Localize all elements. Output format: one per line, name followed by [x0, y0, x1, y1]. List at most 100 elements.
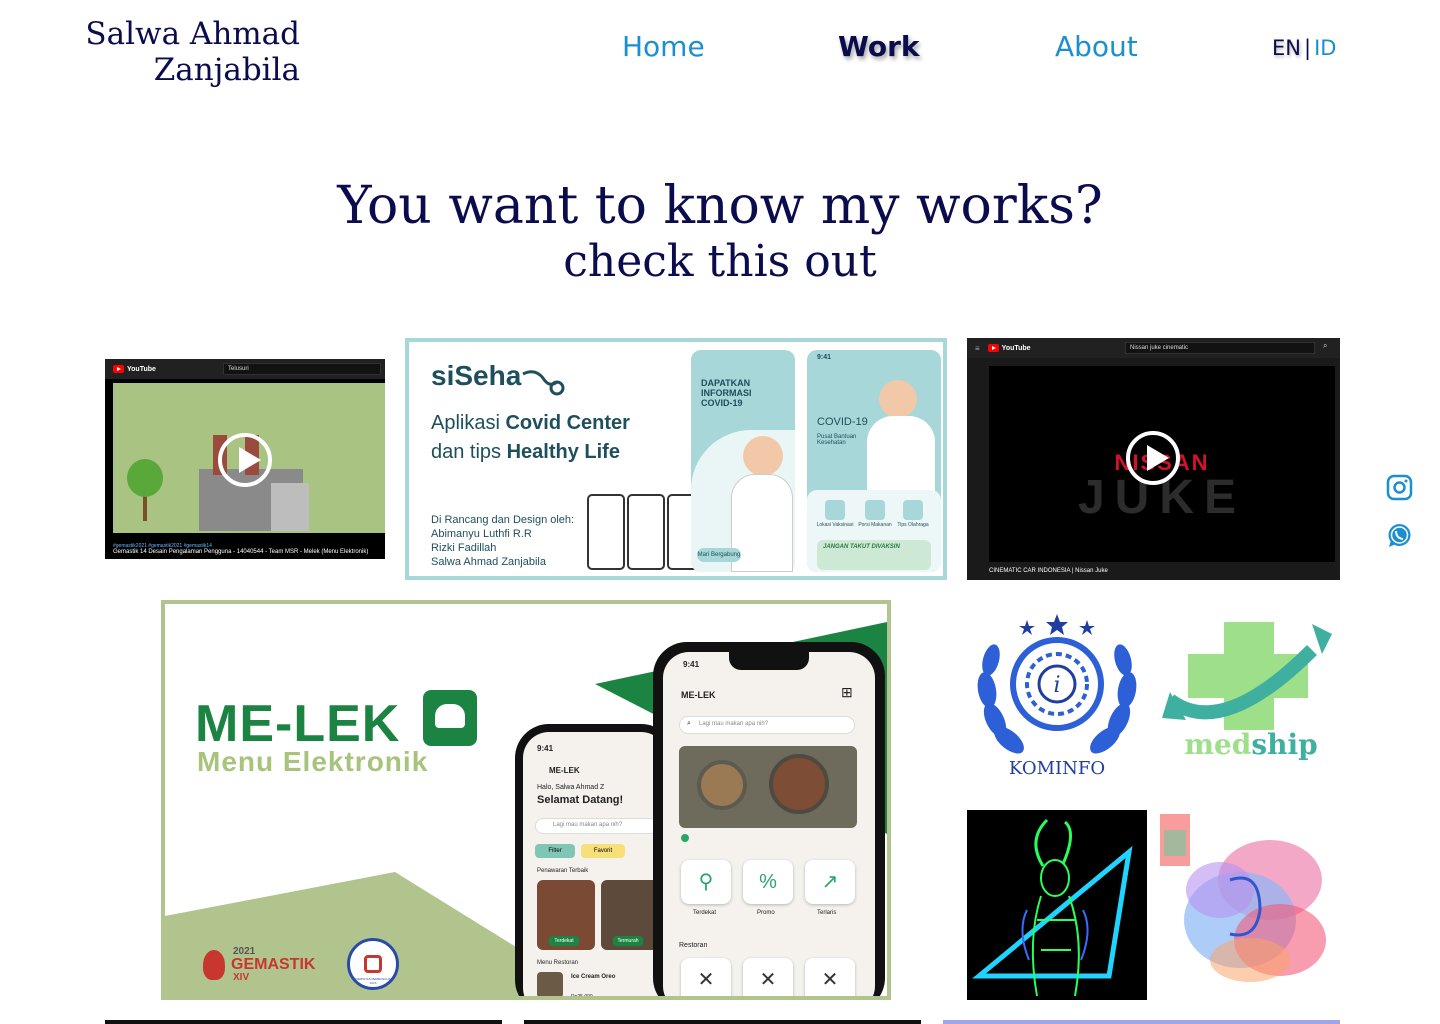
search-icon: ⌕: [1323, 341, 1328, 350]
phone-front-search-icon: ⌕: [687, 720, 691, 727]
food-icon: [865, 500, 885, 520]
medship-label: medship: [1162, 728, 1340, 761]
work-neon-art[interactable]: [967, 810, 1147, 1000]
nav-home[interactable]: Home: [622, 30, 705, 63]
food-plate-1: [697, 760, 747, 810]
sisehat-tagline-2: dan tips Healthy Life: [431, 441, 620, 464]
restoran-title: Restoran: [679, 942, 708, 949]
vaccine-banner: JANGAN TAKUT DIVAKSIN: [817, 540, 931, 570]
offers-title: Penawaran Terbaik: [537, 868, 589, 874]
sisehat-tagline-1: Aplikasi Covid Center: [431, 412, 630, 435]
phone-back-time: 9:41: [537, 744, 554, 753]
nav-about[interactable]: About: [1055, 30, 1138, 63]
menu-icon: ≡: [975, 343, 980, 353]
lang-en[interactable]: EN: [1272, 36, 1301, 60]
category-trending-icon: ↗: [805, 860, 855, 904]
menu-label-1: Lokasi Vaksinasi: [816, 522, 854, 528]
location-icon: [825, 500, 845, 520]
lang-separator: |: [1303, 36, 1312, 60]
phone-back-screen: 9:41 ME-LEK Halo, Salwa Ahmad Z Selamat …: [523, 732, 667, 1000]
doctor-face-2: [879, 380, 917, 418]
category-label-1: Terdekat: [693, 910, 717, 916]
play-icon[interactable]: [218, 433, 272, 487]
sisehat-brand: siSeha: [431, 360, 522, 391]
whatsapp-icon[interactable]: [1386, 522, 1413, 549]
university-name: UNIVERSITAS PEMBANGUNAN JAYA: [350, 977, 396, 985]
food-plate-2: [769, 754, 829, 814]
page-title: You want to know my works?: [337, 176, 1103, 236]
cart-icon: ⊞: [841, 684, 853, 700]
phone-front: 9:41 ME-LEK ⊞ ⌕ Lagi mau makan apa nih? …: [653, 642, 885, 996]
phone-back-app: ME-LEK: [549, 766, 580, 775]
work-bottom-3[interactable]: [943, 1020, 1340, 1024]
kominfo-label: KOMINFO: [1008, 758, 1106, 779]
food-banner-image: [679, 746, 857, 828]
work-video-nissan[interactable]: ≡ YouTube Nissan juke cinematic ⌕ NISSAN…: [967, 338, 1340, 580]
credit-1: Abimanyu Luthfi R.R: [431, 528, 532, 540]
melek-title: ME-LEK: [195, 695, 401, 753]
work-bottom-2[interactable]: [524, 1020, 921, 1024]
logo-name-line2: Zanjabila: [153, 52, 300, 88]
svg-text:i: i: [1053, 673, 1060, 698]
university-logo: UNIVERSITAS PEMBANGUNAN JAYA: [347, 938, 399, 990]
building-annex: [271, 483, 309, 531]
sisehat-panel-2: 9:41 COVID-19 Pusat Bantuan Kesehatan Lo…: [807, 350, 941, 572]
medship-label-med: med: [1184, 728, 1252, 761]
category-promo-icon: %: [743, 860, 793, 904]
menu-item-image: [537, 972, 563, 996]
page-subtitle: check this out: [563, 236, 877, 287]
neon-figure-artwork: [972, 818, 1133, 997]
watercolor-splash-artwork: [1160, 814, 1326, 982]
video-title: Gemastik 14 Desain Pengalaman Pengguna -…: [113, 549, 369, 555]
restaurant-icon-3: ✕: [805, 958, 855, 996]
chip-favorit: Favorit: [581, 844, 625, 858]
carousel-dot-active: [681, 834, 689, 842]
language-switcher: EN | ID: [1272, 36, 1336, 60]
doctor-face: [743, 436, 783, 476]
tagline-1-text: Aplikasi: [431, 412, 506, 434]
phone-mock-1: [587, 494, 625, 570]
youtube-logo-icon: YouTube: [113, 365, 156, 373]
chef-hat-shape: [435, 704, 465, 728]
work-melek[interactable]: ME-LEK Menu Elektronik 9:41 ME-LEK Halo,…: [161, 600, 891, 1000]
logo-name-line1: Salwa Ahmad: [85, 16, 300, 52]
work-bottom-1[interactable]: [105, 1020, 502, 1024]
work-kominfo-logo[interactable]: i KOMINFO: [967, 610, 1147, 785]
phone-front-placeholder: Lagi mau makan apa nih?: [699, 721, 769, 727]
offer-tag-1: Terdekat: [549, 936, 579, 946]
panel-2-title: COVID-19: [817, 416, 868, 428]
play-icon[interactable]: [1126, 431, 1180, 485]
phone-notch: [729, 652, 809, 670]
work-video-gemastik[interactable]: YouTube Telusuri #gemastik2021 #gemastik…: [105, 359, 385, 559]
panel-2-sub: Pusat Bantuan Kesehatan: [817, 434, 857, 446]
panel-2-time: 9:41: [817, 354, 832, 361]
restaurant-icon-1: ✕: [681, 958, 731, 996]
youtube-search: Nissan juke cinematic: [1125, 342, 1315, 354]
youtube-search: Telusuri: [223, 363, 381, 375]
instagram-icon[interactable]: [1386, 474, 1413, 501]
work-medship-logo[interactable]: medship: [1162, 610, 1340, 785]
site-logo[interactable]: Salwa Ahmad Zanjabila: [40, 16, 300, 88]
panel-1-text: DAPATKAN INFORMASI COVID-19: [701, 378, 752, 408]
category-nearby-icon: ⚲: [681, 860, 731, 904]
tagline-1-bold: Covid Center: [505, 412, 630, 434]
panel-2-menu: Lokasi Vaksinasi Porsi Makanan Tips Olah…: [807, 490, 941, 572]
credit-title: Di Rancang dan Design oleh:: [431, 514, 575, 526]
credit-2: Rizki Fadillah: [431, 542, 497, 554]
menu-label-3: Tips Olahraga: [897, 522, 929, 528]
tagline-2-bold: Healthy Life: [506, 441, 620, 463]
gemastik-logo-icon: [203, 950, 225, 980]
phone-back-placeholder: Lagi mau makan apa nih?: [553, 822, 623, 828]
work-sisehat[interactable]: siSeha Aplikasi Covid Center dan tips He…: [405, 338, 947, 580]
work-watercolor-art[interactable]: [1160, 810, 1340, 1000]
restaurant-menu-title: Menu Restoran: [537, 960, 579, 966]
restaurant-icon-2: ✕: [743, 958, 793, 996]
menu-item-price: Rp25.000: [571, 994, 593, 1000]
chef-hat-icon: [423, 690, 477, 746]
youtube-logo-icon: YouTube: [987, 344, 1031, 352]
greeting: Selamat Datang!: [537, 794, 624, 806]
nav-work[interactable]: Work: [838, 30, 920, 63]
offer-tag-2: Termurah: [613, 936, 643, 946]
lang-id[interactable]: ID: [1314, 36, 1336, 60]
doctor-coat-2: [867, 416, 935, 496]
